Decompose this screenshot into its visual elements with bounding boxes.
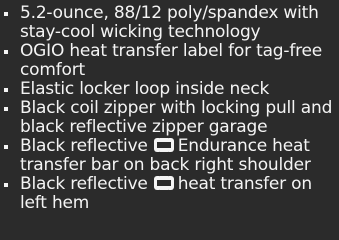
- bullet-icon: [4, 88, 8, 92]
- list-item: Black reflective heat transfer on left he…: [1, 175, 337, 213]
- feature-line: Elastic locker loop inside neck: [20, 79, 270, 99]
- feature-line: OGIO heat transfer label for tag-free: [20, 41, 323, 61]
- feature-line: heat transfer on: [177, 174, 312, 194]
- feature-line: Black coil zipper with locking pull and: [20, 98, 333, 118]
- product-features-panel: 5.2-ounce, 88/12 poly/spandex with stay-…: [0, 0, 339, 240]
- feature-line: transfer bar on back right shoulder: [20, 155, 311, 175]
- feature-line: 5.2-ounce, 88/12 poly/spandex with: [20, 3, 319, 23]
- list-item: Black reflective Endurance heat transfer …: [1, 137, 337, 175]
- endurance-logo-icon: [153, 138, 174, 152]
- list-item: 5.2-ounce, 88/12 poly/spandex with stay-…: [1, 4, 337, 42]
- list-item: Black coil zipper with locking pull and …: [1, 99, 337, 137]
- feature-line: Black reflective: [20, 174, 148, 194]
- endurance-logo-icon: [153, 176, 174, 190]
- feature-line: comfort: [20, 60, 85, 80]
- list-item: Elastic locker loop inside neck: [1, 80, 337, 99]
- feature-line: Black reflective: [20, 136, 148, 156]
- feature-line: left hem: [20, 193, 90, 213]
- feature-line: Endurance heat: [177, 136, 310, 156]
- bullet-icon: [4, 183, 8, 187]
- feature-line: black reflective zipper garage: [20, 117, 268, 137]
- bullet-icon: [4, 12, 8, 16]
- list-item: OGIO heat transfer label for tag-free co…: [1, 42, 337, 80]
- features-list: 5.2-ounce, 88/12 poly/spandex with stay-…: [1, 4, 337, 213]
- bullet-icon: [4, 145, 8, 149]
- bullet-icon: [4, 50, 8, 54]
- bullet-icon: [4, 107, 8, 111]
- feature-line: stay-cool wicking technology: [20, 22, 261, 42]
